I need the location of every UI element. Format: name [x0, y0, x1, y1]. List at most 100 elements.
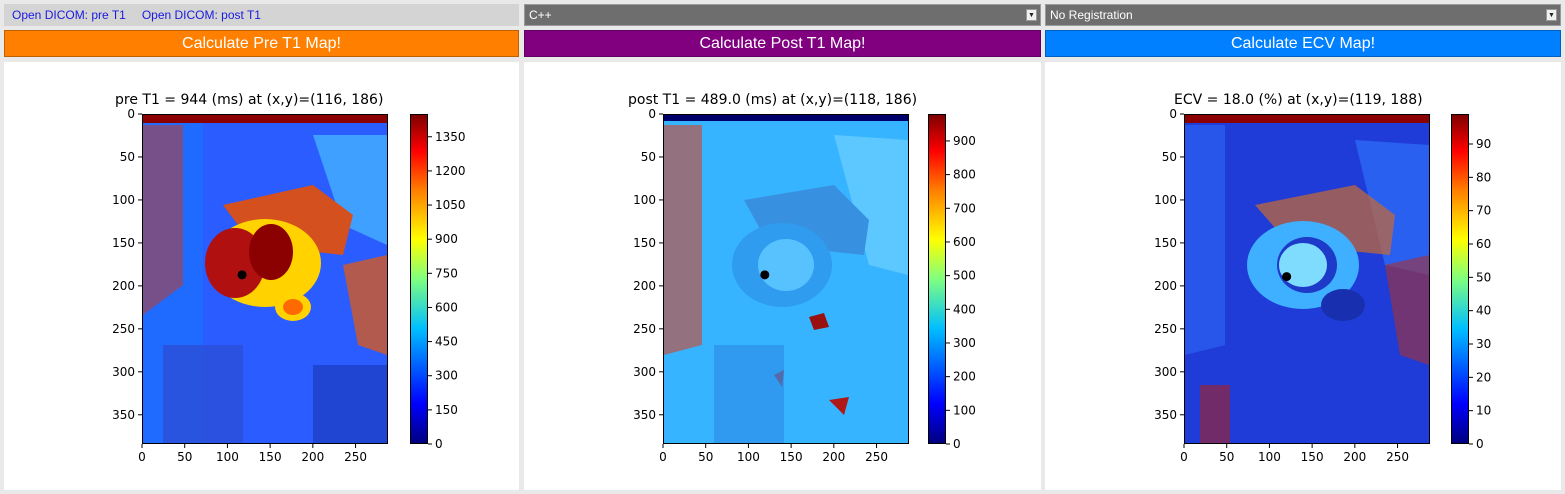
y-tick-label: 350 [112, 408, 135, 422]
x-tick-label: 150 [259, 450, 282, 464]
y-tick-label: 250 [1154, 322, 1177, 336]
colorbar-tick-label: 600 [953, 235, 976, 249]
x-tick-label: 50 [1219, 450, 1234, 464]
y-tick-label: 0 [127, 107, 135, 121]
x-tick-label: 0 [1180, 450, 1188, 464]
colorbar-tick-label: 800 [953, 168, 976, 182]
language-select[interactable]: C++ ▼ [524, 4, 1041, 26]
plot-title: pre T1 = 944 (ms) at (x,y)=(116, 186) [115, 92, 384, 108]
x-tick-label: 250 [865, 450, 888, 464]
colorbar-tick-label: 1050 [435, 198, 466, 212]
colorbar-tick-label: 100 [953, 403, 976, 417]
y-tick-label: 150 [633, 236, 656, 250]
colorbar-tick-label: 450 [435, 335, 458, 349]
y-tick-label: 300 [112, 365, 135, 379]
colorbar-tick-label: 700 [953, 201, 976, 215]
colorbar-tick-label: 80 [1476, 170, 1491, 184]
x-tick-label: 200 [822, 450, 845, 464]
colorbar-tick-label: 1350 [435, 130, 466, 144]
colorbar-tick-label: 300 [953, 336, 976, 350]
x-tick-label: 200 [301, 450, 324, 464]
pre-t1-plot-panel: pre T1 = 944 (ms) at (x,y)=(116, 186) 0 5… [4, 62, 519, 490]
open-dicom-bar: Open DICOM: pre T1 Open DICOM: post T1 [4, 4, 519, 26]
y-tick-label: 350 [1154, 408, 1177, 422]
colorbar-tick-label: 600 [435, 300, 458, 314]
colorbar-tick-label: 70 [1476, 204, 1491, 218]
y-tick-label: 100 [112, 193, 135, 207]
marker-layer [237, 270, 247, 280]
open-dicom-post-link[interactable]: Open DICOM: post T1 [142, 8, 261, 22]
ecv-map-image[interactable] [1184, 114, 1430, 444]
registration-select[interactable]: No Registration ▼ [1045, 4, 1561, 26]
y-tick-label: 300 [633, 365, 656, 379]
cursor-marker [237, 270, 247, 280]
colorbar-tick-label: 0 [435, 437, 443, 451]
y-tick-label: 0 [648, 107, 656, 121]
x-tick-label: 50 [177, 450, 192, 464]
x-tick-label: 150 [780, 450, 803, 464]
language-select-value: C++ [529, 8, 552, 22]
marker-layer [1282, 272, 1292, 282]
y-tick-label: 0 [1169, 107, 1177, 121]
y-tick-label: 350 [633, 408, 656, 422]
y-tick-label: 100 [633, 193, 656, 207]
plot-title: post T1 = 489.0 (ms) at (x,y)=(118, 186) [628, 92, 918, 108]
dropdown-arrow-icon[interactable]: ▼ [1026, 9, 1037, 21]
colorbar-tick-label: 60 [1476, 237, 1491, 251]
plot-title: ECV = 18.0 (%) at (x,y)=(119, 188) [1174, 92, 1423, 108]
registration-select-value: No Registration [1050, 8, 1133, 22]
x-tick-label: 100 [737, 450, 760, 464]
calculate-pre-t1-button[interactable]: Calculate Pre T1 Map! [4, 30, 519, 57]
x-tick-label: 250 [344, 450, 367, 464]
colorbar-tick-label: 900 [435, 232, 458, 246]
colorbar-tick-label: 750 [435, 266, 458, 280]
calculate-ecv-button[interactable]: Calculate ECV Map! [1045, 30, 1561, 57]
ecv-column: No Registration ▼ Calculate ECV Map! [1045, 0, 1561, 57]
colorbar-tick-label: 50 [1476, 270, 1491, 284]
post-t1-colorbar [928, 114, 946, 444]
x-tick-label: 200 [1343, 450, 1366, 464]
y-tick-label: 300 [1154, 365, 1177, 379]
y-tick-label: 250 [112, 322, 135, 336]
ecv-plot-panel: ECV = 18.0 (%) at (x,y)=(119, 188) 0 50 10… [1045, 62, 1561, 490]
colorbar-tick-label: 500 [953, 269, 976, 283]
colorbar-tick-label: 400 [953, 302, 976, 316]
y-tick-label: 200 [633, 279, 656, 293]
x-tick-label: 150 [1301, 450, 1324, 464]
post-t1-plot-panel: post T1 = 489.0 (ms) at (x,y)=(118, 186)… [524, 62, 1041, 490]
post-t1-map-image[interactable] [663, 114, 909, 444]
x-tick-label: 0 [659, 450, 667, 464]
colorbar-tick-label: 900 [953, 134, 976, 148]
colorbar-tick-label: 1200 [435, 164, 466, 178]
y-tick-label: 150 [112, 236, 135, 250]
colorbar-tick-label: 0 [953, 437, 961, 451]
y-tick-label: 50 [641, 150, 656, 164]
colorbar-tick-label: 30 [1476, 337, 1491, 351]
y-tick-label: 50 [1162, 150, 1177, 164]
x-tick-label: 250 [1386, 450, 1409, 464]
pre-t1-map-image[interactable] [142, 114, 388, 444]
y-tick-label: 200 [112, 279, 135, 293]
cursor-marker [760, 270, 770, 280]
colorbar-tick-label: 300 [435, 369, 458, 383]
marker-layer [760, 270, 770, 280]
colorbar-tick-label: 20 [1476, 370, 1491, 384]
open-dicom-pre-link[interactable]: Open DICOM: pre T1 [12, 8, 126, 22]
post-t1-column: C++ ▼ Calculate Post T1 Map! [524, 0, 1041, 57]
y-tick-label: 100 [1154, 193, 1177, 207]
x-tick-label: 100 [1258, 450, 1281, 464]
cursor-marker [1282, 272, 1292, 282]
x-tick-label: 0 [138, 450, 146, 464]
colorbar-tick-label: 150 [435, 403, 458, 417]
colorbar-tick-label: 0 [1476, 437, 1484, 451]
pre-t1-column: Open DICOM: pre T1 Open DICOM: post T1 C… [4, 0, 519, 57]
colorbar-tick-label: 200 [953, 370, 976, 384]
pre-t1-colorbar [410, 114, 428, 444]
y-tick-label: 150 [1154, 236, 1177, 250]
colorbar-tick-label: 10 [1476, 404, 1491, 418]
dropdown-arrow-icon[interactable]: ▼ [1546, 9, 1557, 21]
y-tick-label: 50 [120, 150, 135, 164]
calculate-post-t1-button[interactable]: Calculate Post T1 Map! [524, 30, 1041, 57]
colorbar-tick-label: 90 [1476, 137, 1491, 151]
y-tick-label: 250 [633, 322, 656, 336]
